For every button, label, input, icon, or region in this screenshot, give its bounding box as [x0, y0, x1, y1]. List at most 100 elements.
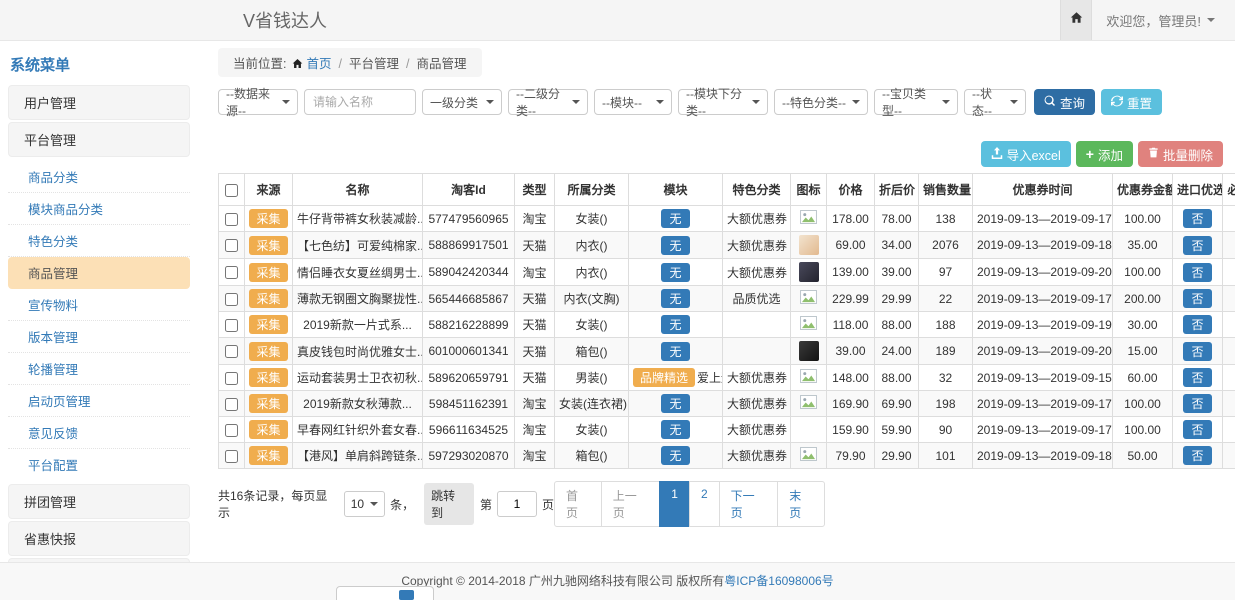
row-checkbox[interactable]: [225, 450, 238, 463]
select-all-checkbox[interactable]: [225, 184, 238, 197]
imported-toggle[interactable]: 否: [1183, 368, 1211, 387]
row-checkbox[interactable]: [225, 213, 238, 226]
sidebar-section-group-buy-mgmt[interactable]: 拼团管理: [8, 484, 190, 519]
breadcrumb-home-link[interactable]: 首页: [306, 57, 331, 71]
next-page-button[interactable]: 下一页: [719, 481, 779, 527]
name-input[interactable]: [304, 89, 416, 115]
row-checkbox-cell: [219, 232, 245, 259]
sidebar-item-splash-page-mgmt[interactable]: 启动页管理: [8, 385, 190, 417]
cell-icon: [791, 365, 827, 391]
level2-category-select[interactable]: --二级分类--: [508, 89, 588, 115]
row-checkbox[interactable]: [225, 266, 238, 279]
row-checkbox[interactable]: [225, 345, 238, 358]
cell-category: 男装(): [555, 365, 629, 391]
cell-module: 无: [629, 338, 723, 365]
table-row: 采集2019新款一片式系...588216228899天猫女装()无118.00…: [219, 312, 1235, 338]
page-number-input[interactable]: [497, 491, 537, 517]
row-checkbox[interactable]: [225, 424, 238, 437]
add-button[interactable]: + 添加: [1076, 141, 1133, 167]
module-none-badge[interactable]: 无: [661, 420, 689, 439]
sidebar-section-platform-mgmt[interactable]: 平台管理: [8, 122, 190, 157]
page-1-button[interactable]: 1: [659, 481, 690, 527]
home-button[interactable]: [1060, 0, 1092, 40]
cell-icon: [791, 338, 827, 365]
sidebar-item-module-product-category[interactable]: 模块商品分类: [8, 193, 190, 225]
page-2-button[interactable]: 2: [689, 481, 720, 527]
cell-must_buy: 否: [1223, 338, 1235, 365]
cell-type: 天猫: [515, 232, 555, 259]
cell-coupon_amount: 100.00: [1113, 391, 1173, 417]
page-word-before: 第: [480, 496, 492, 513]
sidebar-item-product-mgmt[interactable]: 商品管理: [8, 257, 190, 289]
row-checkbox[interactable]: [225, 319, 238, 332]
caret-down-icon: [852, 100, 860, 104]
imported-toggle[interactable]: 否: [1183, 209, 1211, 228]
module-select[interactable]: --模块--: [594, 89, 672, 115]
sidebar-item-feature-category[interactable]: 特色分类: [8, 225, 190, 257]
cell-type: 天猫: [515, 338, 555, 365]
module-none-badge[interactable]: 无: [661, 236, 689, 255]
reset-button[interactable]: 重置: [1101, 89, 1162, 115]
sidebar-section-savings-news[interactable]: 省惠快报: [8, 521, 190, 556]
imported-toggle[interactable]: 否: [1183, 420, 1211, 439]
last-page-button[interactable]: 末页: [777, 481, 825, 527]
level1-category-select[interactable]: 一级分类: [422, 89, 502, 115]
broken-image-icon: [800, 213, 817, 227]
module-none-badge[interactable]: 无: [661, 394, 689, 413]
cell-type: 淘宝: [515, 443, 555, 469]
cell-imported: 否: [1173, 312, 1223, 338]
cell-module: 品牌精选爱上运动: [629, 365, 723, 391]
cell-imported: 否: [1173, 443, 1223, 469]
row-checkbox[interactable]: [225, 372, 238, 385]
per-page-unit: 条，: [390, 496, 414, 513]
module-none-badge[interactable]: 无: [661, 263, 689, 282]
sidebar-item-version-mgmt[interactable]: 版本管理: [8, 321, 190, 353]
sidebar-item-platform-config[interactable]: 平台配置: [8, 449, 190, 480]
broken-image-icon: [800, 293, 817, 307]
module-sub-category-select[interactable]: --模块下分类--: [678, 89, 768, 115]
sidebar-item-feedback[interactable]: 意见反馈: [8, 417, 190, 449]
table-actions: 导入excel + 添加 批量删除: [218, 141, 1223, 167]
imported-toggle[interactable]: 否: [1183, 394, 1211, 413]
batch-delete-button[interactable]: 批量删除: [1138, 141, 1223, 167]
user-menu[interactable]: 欢迎您，管理员!: [1092, 11, 1235, 30]
module-none-badge[interactable]: 无: [661, 209, 689, 228]
imported-toggle[interactable]: 否: [1183, 342, 1211, 361]
cell-category: 女装(连衣裙): [555, 391, 629, 417]
cell-name: 薄款无钢圈文胸聚拢性...: [293, 286, 423, 312]
sidebar-item-promo-material[interactable]: 宣传物料: [8, 289, 190, 321]
cell-category: 箱包(): [555, 443, 629, 469]
prev-page-button[interactable]: 上一页: [601, 481, 661, 527]
sidebar-section-user-mgmt[interactable]: 用户管理: [8, 85, 190, 120]
table-header: 来源名称淘客Id类型所属分类模块特色分类图标价格折后价销售数量优惠券时间优惠券金…: [219, 174, 1235, 206]
data-source-select[interactable]: --数据来源--: [218, 89, 298, 115]
import-excel-button[interactable]: 导入excel: [981, 141, 1071, 167]
icp-link[interactable]: 粤ICP备16098006号: [724, 574, 833, 588]
cell-feature: 大额优惠券: [723, 232, 791, 259]
row-checkbox-cell: [219, 338, 245, 365]
module-none-badge[interactable]: 无: [661, 342, 689, 361]
row-checkbox[interactable]: [225, 239, 238, 252]
module-none-badge[interactable]: 无: [661, 446, 689, 465]
status-select[interactable]: --状态--: [964, 89, 1026, 115]
imported-toggle[interactable]: 否: [1183, 315, 1211, 334]
item-type-select[interactable]: --宝贝类型--: [874, 89, 958, 115]
cell-module: 无: [629, 206, 723, 232]
row-checkbox[interactable]: [225, 293, 238, 306]
feature-category-select[interactable]: --特色分类--: [774, 89, 868, 115]
per-page-select[interactable]: 10: [344, 491, 385, 517]
imported-toggle[interactable]: 否: [1183, 236, 1211, 255]
imported-toggle[interactable]: 否: [1183, 446, 1211, 465]
imported-toggle[interactable]: 否: [1183, 289, 1211, 308]
sidebar-item-carousel-mgmt[interactable]: 轮播管理: [8, 353, 190, 385]
first-page-button[interactable]: 首页: [554, 481, 602, 527]
sidebar-item-product-category[interactable]: 商品分类: [8, 161, 190, 193]
jump-button[interactable]: 跳转到: [424, 483, 474, 525]
module-none-badge[interactable]: 无: [661, 289, 689, 308]
imported-toggle[interactable]: 否: [1183, 263, 1211, 282]
search-button[interactable]: 查询: [1034, 89, 1095, 115]
house-icon: [1070, 11, 1083, 29]
top-header-right: 欢迎您，管理员!: [1060, 0, 1235, 40]
row-checkbox[interactable]: [225, 398, 238, 411]
module-none-badge[interactable]: 无: [661, 315, 689, 334]
